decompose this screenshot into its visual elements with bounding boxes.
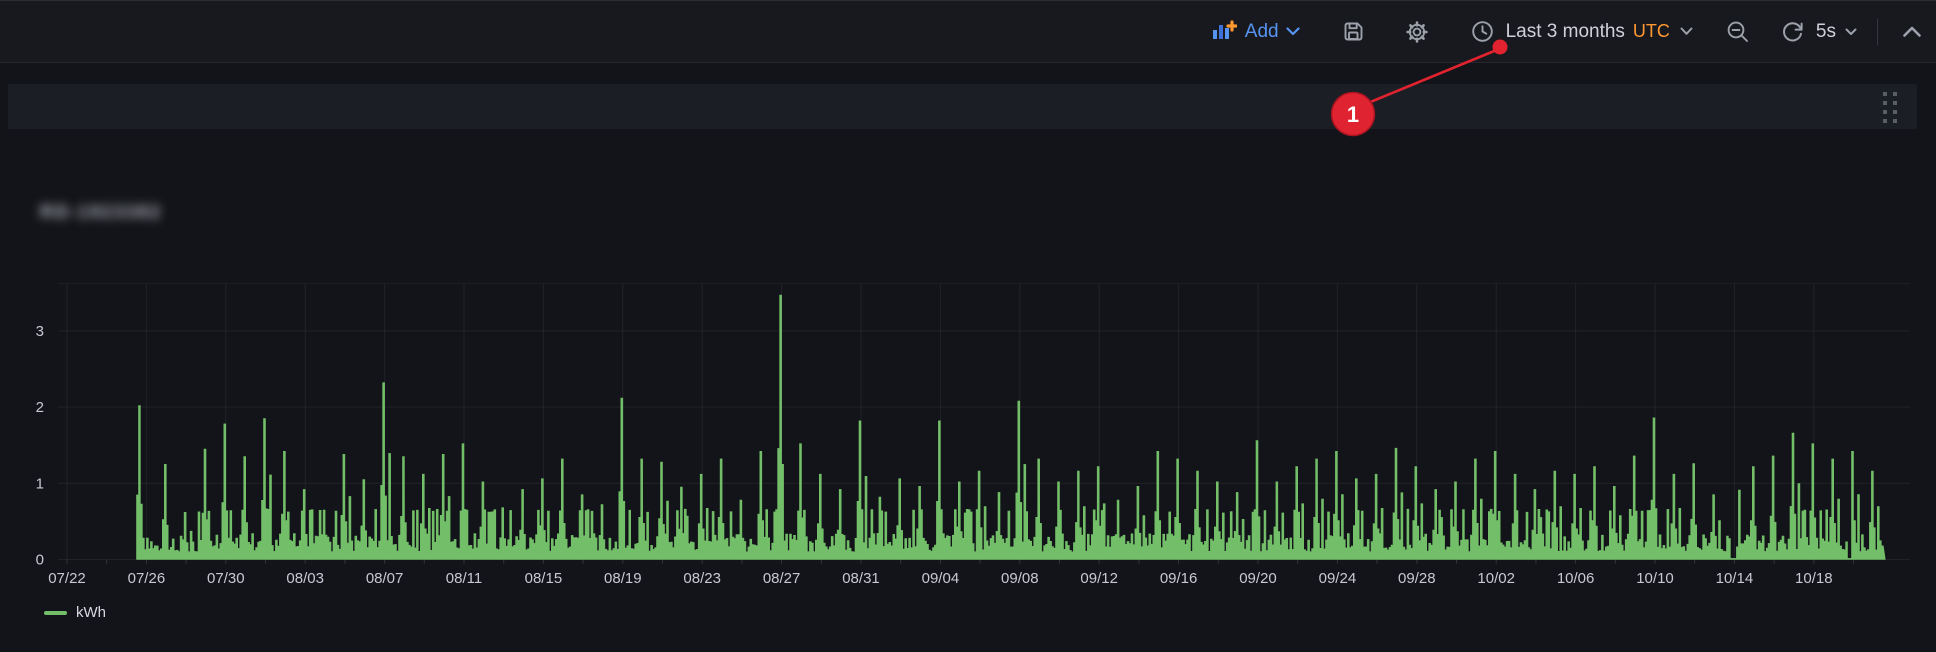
bar-chart-plus-icon xyxy=(1211,20,1237,44)
clock-icon xyxy=(1471,20,1494,43)
svg-text:08/31: 08/31 xyxy=(842,570,880,587)
time-range-picker[interactable]: Last 3 months UTC xyxy=(1471,12,1693,52)
svg-text:08/23: 08/23 xyxy=(683,570,721,587)
legend-item-kwh[interactable]: kWh xyxy=(44,604,106,621)
chevron-down-icon xyxy=(1845,28,1857,36)
svg-text:09/28: 09/28 xyxy=(1398,570,1436,587)
time-range-label: Last 3 months xyxy=(1506,21,1625,43)
magnifier-minus-icon xyxy=(1726,20,1750,44)
chevron-down-icon xyxy=(1680,27,1693,36)
chevron-down-icon xyxy=(1286,27,1300,36)
svg-text:09/20: 09/20 xyxy=(1239,570,1277,587)
svg-text:0: 0 xyxy=(36,552,44,569)
svg-text:07/22: 07/22 xyxy=(48,570,86,587)
svg-text:10/18: 10/18 xyxy=(1795,570,1833,587)
svg-text:07/30: 07/30 xyxy=(207,570,245,587)
floppy-disk-icon xyxy=(1342,20,1365,43)
dashboard-toolbar: Add xyxy=(0,0,1936,63)
dashboard-settings-button[interactable] xyxy=(1405,12,1429,52)
add-panel-button[interactable]: Add xyxy=(1211,12,1300,52)
toolbar-divider xyxy=(1877,19,1878,45)
svg-text:10/02: 10/02 xyxy=(1477,570,1515,587)
save-dashboard-button[interactable] xyxy=(1342,12,1365,52)
chevron-up-icon xyxy=(1902,25,1922,38)
timezone-label: UTC xyxy=(1633,21,1670,42)
gear-icon xyxy=(1405,20,1429,44)
svg-text:08/15: 08/15 xyxy=(525,570,563,587)
svg-text:10/06: 10/06 xyxy=(1557,570,1595,587)
svg-text:2: 2 xyxy=(36,399,44,416)
zoom-out-time-button[interactable] xyxy=(1726,12,1750,52)
collapse-toolbar-button[interactable] xyxy=(1902,12,1922,52)
svg-text:08/07: 08/07 xyxy=(366,570,404,587)
kwh-time-series-chart[interactable]: 07/22 07/26 07/30 08/03 08/07 08/11 08/15 08/19… xyxy=(0,64,1936,652)
dashboard-canvas: RD-1923382 07/2207/2607/3008/0308/0708/1… xyxy=(0,64,1936,652)
legend-series-swatch xyxy=(44,611,67,615)
svg-text:09/08: 09/08 xyxy=(1001,570,1039,587)
add-button-label: Add xyxy=(1245,21,1279,43)
svg-text:3: 3 xyxy=(36,323,44,340)
refresh-interval-label: 5s xyxy=(1816,21,1836,43)
svg-text:07/26: 07/26 xyxy=(128,570,166,587)
refresh-button[interactable]: 5s xyxy=(1780,12,1857,52)
svg-text:1: 1 xyxy=(36,475,44,492)
svg-text:08/27: 08/27 xyxy=(763,570,801,587)
svg-text:09/04: 09/04 xyxy=(922,570,960,587)
svg-text:09/12: 09/12 xyxy=(1080,570,1118,587)
svg-text:10/14: 10/14 xyxy=(1716,570,1754,587)
svg-text:08/03: 08/03 xyxy=(286,570,324,587)
refresh-icon xyxy=(1780,19,1805,44)
legend-series-label: kWh xyxy=(76,604,106,621)
svg-text:09/24: 09/24 xyxy=(1319,570,1357,587)
svg-text:10/10: 10/10 xyxy=(1636,570,1674,587)
svg-text:09/16: 09/16 xyxy=(1160,570,1198,587)
svg-text:08/19: 08/19 xyxy=(604,570,642,587)
svg-text:08/11: 08/11 xyxy=(446,570,482,587)
